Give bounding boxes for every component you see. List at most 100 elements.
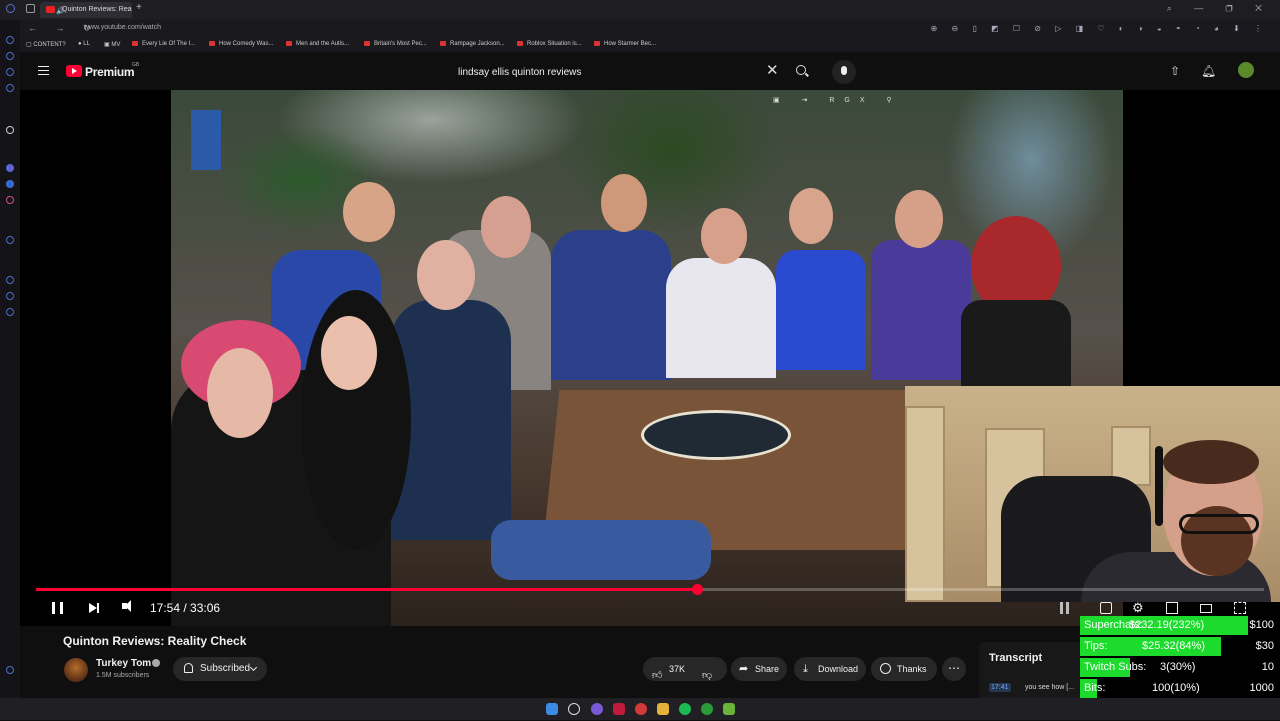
windows-start-icon[interactable] (546, 703, 558, 715)
thanks-button[interactable]: Thanks (871, 657, 937, 681)
goal-target: $100 (1249, 619, 1274, 631)
sidebar-settings-icon[interactable] (6, 308, 14, 316)
sidebar-bookmark-icon[interactable] (6, 52, 14, 60)
thumbs-down-icon[interactable]: 👎︎ (702, 664, 712, 688)
sidebar-twitch-icon[interactable] (6, 164, 14, 172)
bookmark-item[interactable]: Men and the Autis... (286, 41, 349, 47)
subscriber-count: 1.5M subscribers (96, 672, 150, 679)
tab-quinton-reviews[interactable]: 🔊 Quinton Reviews: Rea (40, 2, 132, 18)
more-actions-button[interactable]: ⋯ (942, 657, 966, 681)
speaker-icon[interactable]: 🔊 (56, 4, 65, 18)
bookmark-item[interactable]: ● LL (78, 41, 90, 47)
goal-target: 10 (1261, 661, 1274, 673)
sidebar-panel-icon[interactable] (6, 666, 14, 674)
browser-logo-icon[interactable] (6, 4, 15, 13)
person-face (321, 316, 377, 390)
goal-value: 100(10%) (1152, 682, 1200, 694)
tab-title: Quinton Reviews: Rea (62, 6, 132, 13)
bookmark-item[interactable]: Roblox Situation is... (517, 41, 582, 47)
goal-target: $30 (1255, 640, 1274, 652)
bookmark-item[interactable]: ▣ MV (104, 41, 120, 48)
search-icon[interactable] (796, 65, 806, 75)
verified-badge-icon (152, 659, 160, 667)
taskbar (0, 698, 1280, 720)
xbox-icon[interactable] (701, 703, 713, 715)
notifications-bell-icon[interactable]: 🔔︎ (1201, 64, 1216, 78)
bookmark-item[interactable]: Rampage Jackson... (440, 41, 505, 47)
fullscreen-icon[interactable] (1234, 602, 1246, 614)
goal-label: Twitch Subs: (1084, 661, 1147, 673)
bookmark-item[interactable]: How Comedy Was... (209, 41, 273, 47)
bookmark-item[interactable]: Every Lie Of The I... (132, 41, 195, 47)
sidebar-history-icon[interactable] (6, 36, 14, 44)
channel-name[interactable]: Turkey Tom (96, 658, 151, 669)
pause-icon[interactable] (52, 602, 63, 614)
video-player[interactable]: ▣ ⇥ RGX ⚲ 17:54 / 33:06 ⚙ (20, 90, 1280, 626)
youtube-favicon-icon (46, 6, 55, 13)
theater-mode-icon[interactable] (1200, 604, 1212, 613)
photo-overlay-toolbar[interactable]: ▣ ⇥ RGX ⚲ (773, 96, 902, 104)
url-field[interactable]: www.youtube.com/watch (84, 24, 161, 31)
tab-list-icon[interactable] (26, 4, 35, 13)
bookmark-item[interactable]: How Starmer Bec... (594, 41, 656, 47)
goal-row: Tips: $25.32(84%) $30 (1080, 637, 1280, 658)
next-video-icon[interactable] (89, 603, 99, 613)
sidebar-instagram-icon[interactable] (6, 196, 14, 204)
sidebar-notes-icon[interactable] (6, 68, 14, 76)
youtube-logo-icon[interactable] (66, 65, 82, 77)
miniplayer-icon[interactable] (1166, 602, 1178, 614)
browser-app-icon[interactable] (591, 703, 603, 715)
volume-icon[interactable] (122, 600, 131, 612)
like-count[interactable]: 37K (669, 657, 685, 681)
scrubber-handle[interactable] (691, 584, 703, 595)
bookmark-item[interactable]: ▢ CONTENT? (26, 41, 66, 48)
share-button[interactable]: ➦ Share (731, 657, 787, 681)
voice-search-button[interactable] (832, 60, 856, 84)
upload-icon[interactable]: ⇧ (1170, 64, 1180, 78)
account-avatar[interactable] (1238, 62, 1254, 78)
clear-search-icon[interactable]: ✕ (766, 62, 779, 80)
person-face (481, 196, 531, 258)
subscribed-button[interactable]: Subscribed (173, 657, 267, 681)
autoplay-toggle-icon[interactable] (1060, 602, 1069, 614)
goal-value: 3(30%) (1160, 661, 1196, 673)
sidebar-music-icon[interactable] (6, 236, 14, 244)
share-label: Share (755, 664, 780, 674)
new-tab-button[interactable]: + (136, 2, 142, 13)
sidebar-arc-icon[interactable] (6, 126, 14, 134)
sidebar-downloads-icon[interactable] (6, 292, 14, 300)
extension-icons[interactable]: ⊕ ⊖ ▯ ◩ ☐ ⊘ ▷ ◨ ♡ ◐ ◑ ◒ ◓ ◔ ◕ ⬇ ⋮ (931, 24, 1268, 33)
thanks-icon (880, 663, 891, 674)
app-icon[interactable] (723, 703, 735, 715)
subscribed-label: Subscribed (200, 663, 251, 674)
spotify-icon[interactable] (679, 703, 691, 715)
bookmark-item[interactable]: Britain's Most Pec... (364, 41, 427, 47)
person-face (895, 190, 943, 248)
sidebar-clock-icon[interactable] (6, 276, 14, 284)
thumbs-up-icon[interactable]: 👍︎ (652, 664, 662, 688)
search-input[interactable] (448, 60, 794, 84)
file-explorer-icon[interactable] (657, 703, 669, 715)
opera-app-icon[interactable] (613, 703, 625, 715)
hamburger-menu-icon[interactable] (38, 66, 49, 75)
subtitles-icon[interactable] (1100, 602, 1112, 614)
goal-label: Bits: (1084, 682, 1106, 694)
transcript-timestamp[interactable]: 17:41 (989, 683, 1011, 692)
streamer-hair (1163, 440, 1259, 484)
sidebar-messenger2-icon[interactable] (6, 180, 14, 188)
streamer-glasses (1179, 514, 1259, 534)
transcript-line[interactable]: you see how [... (1025, 684, 1074, 691)
taskbar-search-icon[interactable] (568, 703, 580, 715)
premium-logo-text[interactable]: Premium (85, 65, 135, 79)
settings-gear-icon[interactable]: ⚙ (1132, 601, 1144, 614)
progress-bar[interactable] (36, 584, 1264, 595)
obs-app-icon[interactable] (635, 703, 647, 715)
person-face (207, 348, 273, 438)
channel-avatar[interactable] (64, 658, 88, 682)
person-plaid-shirt (551, 230, 671, 380)
window-controls[interactable]: ⌕ — ❐ ✕ (1167, 3, 1272, 14)
sidebar-messenger-icon[interactable] (6, 84, 14, 92)
thanks-label: Thanks (897, 664, 927, 674)
download-button[interactable]: ⤓ Download (794, 657, 866, 681)
goal-row: Bits: 100(10%) 1000 (1080, 679, 1280, 700)
